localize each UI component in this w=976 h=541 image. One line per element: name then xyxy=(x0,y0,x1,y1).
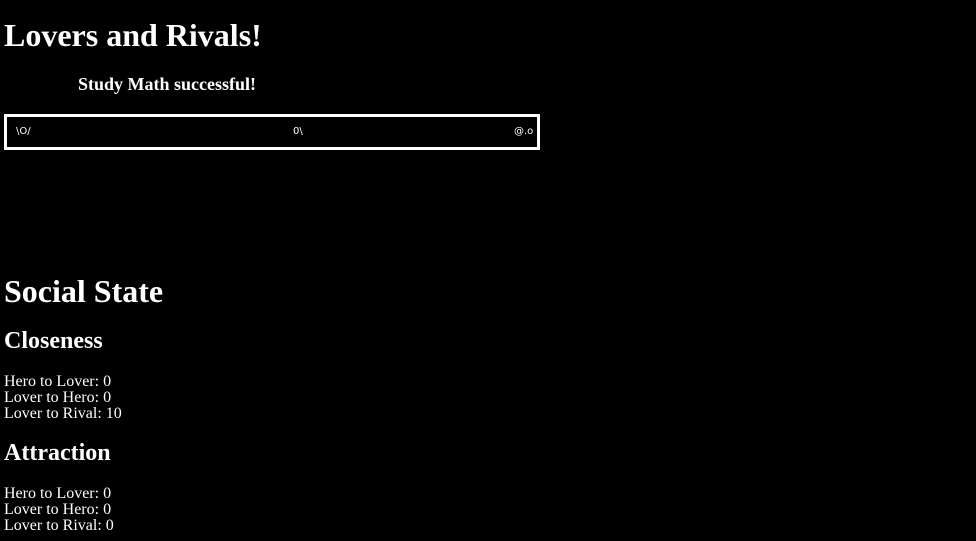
stat-value: 0 xyxy=(103,373,112,390)
stat-label: Lover to Rival: xyxy=(4,517,102,534)
rival-sprite: @.o xyxy=(514,126,534,137)
stat-label: Lover to Hero: xyxy=(4,501,100,518)
closeness-heading: Closeness xyxy=(4,328,103,354)
closeness-hero-to-lover: Hero to Lover: 0 xyxy=(4,374,122,390)
stat-value: 0 xyxy=(103,389,112,406)
stat-value: 0 xyxy=(105,517,114,534)
attraction-lover-to-rival: Lover to Rival: 0 xyxy=(4,518,114,534)
stat-value: 0 xyxy=(103,501,112,518)
attraction-heading: Attraction xyxy=(4,440,111,466)
stat-label: Hero to Lover: xyxy=(4,373,100,390)
hero-sprite: \O/ xyxy=(16,126,31,137)
stat-value: 10 xyxy=(105,405,122,422)
game-stage: \O/ 0\ @.o xyxy=(4,114,540,150)
stat-label: Hero to Lover: xyxy=(4,485,100,502)
attraction-stats: Hero to Lover: 0 Lover to Hero: 0 Lover … xyxy=(4,486,114,534)
game-title: Lovers and Rivals! xyxy=(4,17,262,53)
lover-sprite: 0\ xyxy=(293,126,303,137)
attraction-lover-to-hero: Lover to Hero: 0 xyxy=(4,502,114,518)
status-message: Study Math successful! xyxy=(78,74,257,94)
social-state-heading: Social State xyxy=(4,273,164,309)
stat-label: Lover to Rival: xyxy=(4,405,102,422)
closeness-lover-to-rival: Lover to Rival: 10 xyxy=(4,406,122,422)
stat-value: 0 xyxy=(103,485,112,502)
stat-label: Lover to Hero: xyxy=(4,389,100,406)
closeness-stats: Hero to Lover: 0 Lover to Hero: 0 Lover … xyxy=(4,374,122,422)
attraction-hero-to-lover: Hero to Lover: 0 xyxy=(4,486,114,502)
closeness-lover-to-hero: Lover to Hero: 0 xyxy=(4,390,122,406)
